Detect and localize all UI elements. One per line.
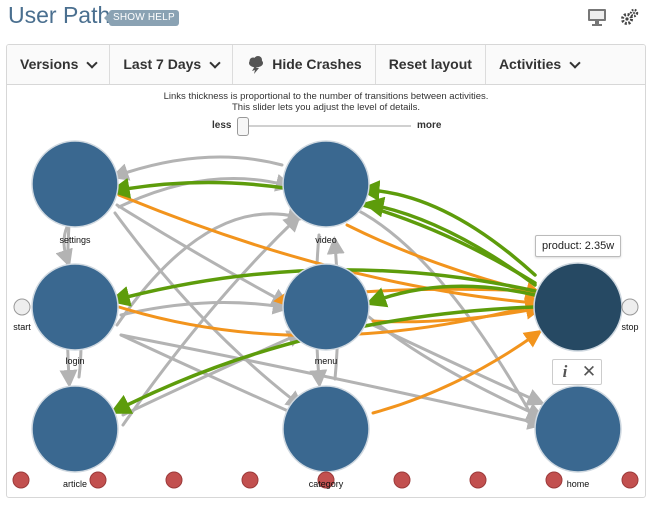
crash-marker[interactable] [12,471,30,489]
node-settings[interactable] [31,140,119,228]
crash-marker[interactable] [393,471,411,489]
node-video[interactable] [282,140,370,228]
node-stop[interactable] [621,298,639,316]
node-home[interactable] [534,385,622,473]
node-product[interactable] [533,262,623,352]
node-category[interactable] [282,385,370,473]
gears-icon[interactable] [619,6,641,28]
page-title: User Path [8,2,111,28]
user-path-graph[interactable] [7,45,645,497]
node-login[interactable] [31,263,119,351]
link-login-video [115,206,306,327]
node-menu[interactable] [282,263,370,351]
node-tools: i ✕ [552,359,602,385]
monitor-icon[interactable] [586,6,608,28]
node-tooltip: product: 2.35w [535,235,622,257]
show-help-button[interactable]: SHOW HELP [104,10,179,26]
node-label-video: video [315,235,337,245]
crash-marker[interactable] [545,471,563,489]
node-label-stop: stop [621,322,639,332]
info-icon[interactable]: i [553,360,577,384]
node-start[interactable] [13,298,31,316]
node-label-start: start [13,322,31,332]
page-header: User Path SHOW HELP [0,0,650,36]
node-label-menu: menu [314,356,338,366]
node-label-article: article [62,479,88,489]
close-icon[interactable]: ✕ [577,360,601,384]
crash-marker[interactable] [621,471,639,489]
link-menu-home [371,323,546,406]
node-article[interactable] [31,385,119,473]
crash-marker[interactable] [165,471,183,489]
link-settings-menu [115,203,290,306]
crash-marker[interactable] [241,471,259,489]
node-label-settings: settings [59,235,91,245]
node-label-category: category [308,479,344,489]
link-video-settings [110,155,284,181]
user-path-panel: Versions Last 7 Days Hide Crashes Reset … [6,44,646,498]
crash-marker[interactable] [469,471,487,489]
node-label-home: home [566,479,590,489]
crash-marker[interactable] [89,471,107,489]
node-label-login: login [65,356,85,366]
